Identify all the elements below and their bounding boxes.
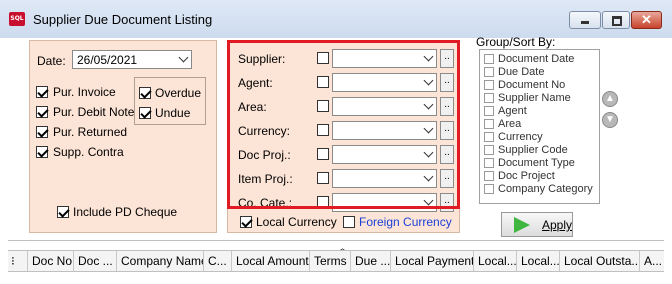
row-indicator-icon[interactable]: ⁝ — [8, 251, 28, 271]
include-pd-cheque-label: Include PD Cheque — [73, 205, 178, 219]
column-header[interactable]: Company Name — [117, 251, 204, 271]
column-header[interactable]: Terms — [310, 251, 351, 271]
highlight-frame — [227, 40, 460, 209]
group-sort-item-label: Document No — [498, 79, 566, 91]
checkbox-icon — [484, 132, 494, 142]
pur-invoice-checkbox[interactable] — [36, 86, 48, 98]
window-title: Supplier Due Document Listing — [33, 12, 213, 27]
group-sort-item-label: Agent — [498, 105, 527, 117]
title-bar: SQL Supplier Due Document Listing ✕ — [0, 0, 672, 38]
group-sort-item-label: Supplier Code — [498, 144, 568, 156]
pur-returned-checkbox[interactable] — [36, 126, 48, 138]
date-doc-filter-panel: Date: 26/05/2021 Pur. Invoice Pur. Debit… — [29, 40, 217, 233]
column-header[interactable]: Local Payment — [391, 251, 474, 271]
overdue-checkbox[interactable] — [139, 87, 151, 99]
undue-label: Undue — [155, 106, 191, 120]
minimize-button[interactable] — [569, 11, 601, 29]
chevron-down-icon — [178, 52, 189, 63]
overdue-label: Overdue — [155, 86, 202, 100]
move-down-button[interactable]: ▼ — [602, 112, 618, 128]
due-status-group: Overdue Undue — [134, 77, 206, 125]
supp-contra-label: Supp. Contra — [53, 145, 124, 159]
foreign-currency-checkbox[interactable] — [343, 216, 355, 228]
maximize-icon — [612, 16, 622, 26]
column-header[interactable]: Local Amount — [232, 251, 310, 271]
supp-contra-checkbox[interactable] — [36, 146, 48, 158]
include-pd-cheque-checkbox[interactable] — [57, 206, 69, 218]
checkbox-icon — [484, 171, 494, 181]
group-sort-item-label: Company Category — [498, 183, 593, 195]
group-sort-item-label: Document Type — [498, 157, 575, 169]
grid-header: ⁝ Doc No Doc ... Company Name C... Local… — [8, 250, 664, 272]
column-header[interactable]: Local Outsta... — [560, 251, 640, 271]
group-sort-title: Group/Sort By: — [476, 35, 556, 49]
undue-checkbox[interactable] — [139, 107, 151, 119]
checkbox-icon — [484, 93, 494, 103]
maximize-button[interactable] — [602, 11, 630, 29]
group-sort-item-label: Doc Project — [498, 170, 555, 182]
pur-invoice-label: Pur. Invoice — [53, 85, 116, 99]
group-sort-list[interactable]: Document Date Due Date Document No Suppl… — [479, 49, 600, 204]
apply-label: Apply — [542, 218, 573, 232]
pur-debit-note-checkbox[interactable] — [36, 106, 48, 118]
date-picker[interactable]: 26/05/2021 — [72, 50, 192, 69]
local-currency-checkbox[interactable] — [240, 216, 252, 228]
column-header[interactable]: Local... — [474, 251, 517, 271]
close-button[interactable]: ✕ — [631, 11, 662, 29]
group-sort-item-label: Supplier Name — [498, 92, 571, 104]
checkbox-icon — [484, 80, 494, 90]
checkbox-icon — [484, 158, 494, 168]
group-sort-item-label: Currency — [498, 131, 543, 143]
column-header[interactable]: Local... — [517, 251, 560, 271]
column-header[interactable]: Doc No — [28, 251, 74, 271]
checkbox-icon — [484, 67, 494, 77]
app-logo-icon: SQL — [9, 12, 25, 26]
apply-button[interactable]: Apply — [501, 212, 573, 237]
play-arrow-icon — [514, 217, 530, 233]
column-header[interactable]: Due ... — [351, 251, 391, 271]
checkbox-icon — [484, 106, 494, 116]
move-up-button[interactable]: ▲ — [602, 91, 618, 107]
pur-debit-note-label: Pur. Debit Note — [53, 105, 135, 119]
column-header[interactable]: Doc ... — [74, 251, 117, 271]
foreign-currency-label: Foreign Currency — [359, 215, 452, 229]
date-value: 26/05/2021 — [77, 53, 138, 67]
column-header[interactable]: C... — [204, 251, 232, 271]
group-sort-item-label: Document Date — [498, 53, 575, 65]
checkbox-icon — [484, 145, 494, 155]
close-icon: ✕ — [641, 12, 652, 27]
pur-returned-label: Pur. Returned — [53, 125, 128, 139]
checkbox-icon — [484, 54, 494, 64]
minimize-icon — [581, 21, 589, 24]
group-sort-item-label: Area — [498, 118, 522, 130]
column-header[interactable]: A... — [640, 251, 664, 271]
date-label: Date: — [37, 54, 66, 68]
checkbox-icon — [484, 184, 494, 194]
local-currency-label: Local Currency — [256, 215, 337, 229]
checkbox-icon — [484, 119, 494, 129]
group-sort-item-label: Due Date — [498, 66, 545, 78]
